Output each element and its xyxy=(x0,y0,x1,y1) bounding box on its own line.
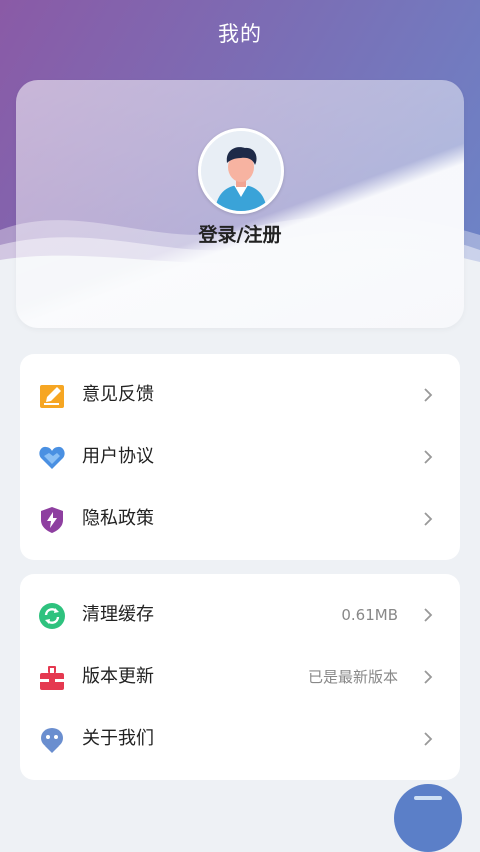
menu-item-label: 用户协议 xyxy=(82,446,154,467)
floating-action-button[interactable] xyxy=(394,784,462,852)
settings-group-general: 意见反馈 用户协议 隐私政策 xyxy=(20,354,460,560)
menu-item-label: 关于我们 xyxy=(82,728,154,749)
chevron-right-icon xyxy=(424,670,433,684)
menu-item-label: 版本更新 xyxy=(82,666,154,687)
menu-item-user-agreement[interactable]: 用户协议 xyxy=(20,426,460,488)
menu-item-label: 意见反馈 xyxy=(82,384,154,405)
login-register-link[interactable]: 登录/注册 xyxy=(16,220,464,247)
refresh-icon xyxy=(39,603,65,629)
feedback-edit-icon xyxy=(40,385,64,408)
profile-card: 登录/注册 xyxy=(16,80,464,328)
version-status-value: 已是最新版本 xyxy=(307,668,398,686)
chevron-right-icon xyxy=(424,450,433,464)
page-title: 我的 xyxy=(218,22,262,46)
menu-item-label: 清理缓存 xyxy=(82,604,154,625)
menu-item-feedback[interactable]: 意见反馈 xyxy=(20,364,460,426)
heart-handshake-icon xyxy=(39,446,65,469)
menu-item-label: 隐私政策 xyxy=(82,508,154,529)
chevron-right-icon xyxy=(424,732,433,746)
menu-item-about-us[interactable]: 关于我们 xyxy=(20,708,460,770)
user-avatar-icon[interactable] xyxy=(198,128,284,214)
chevron-right-icon xyxy=(424,512,433,526)
shield-bolt-icon xyxy=(41,507,63,533)
toolbox-icon xyxy=(40,666,64,690)
cache-size-value: 0.61MB xyxy=(341,606,398,624)
mascot-icon xyxy=(41,728,63,753)
chevron-right-icon xyxy=(424,388,433,402)
fab-icon xyxy=(414,796,442,800)
menu-item-version-update[interactable]: 版本更新 已是最新版本 xyxy=(20,646,460,708)
menu-item-clear-cache[interactable]: 清理缓存 0.61MB xyxy=(20,584,460,646)
chevron-right-icon xyxy=(424,608,433,622)
settings-group-app: 清理缓存 0.61MB 版本更新 已是最新版本 关于我们 xyxy=(20,574,460,780)
menu-item-privacy-policy[interactable]: 隐私政策 xyxy=(20,488,460,550)
